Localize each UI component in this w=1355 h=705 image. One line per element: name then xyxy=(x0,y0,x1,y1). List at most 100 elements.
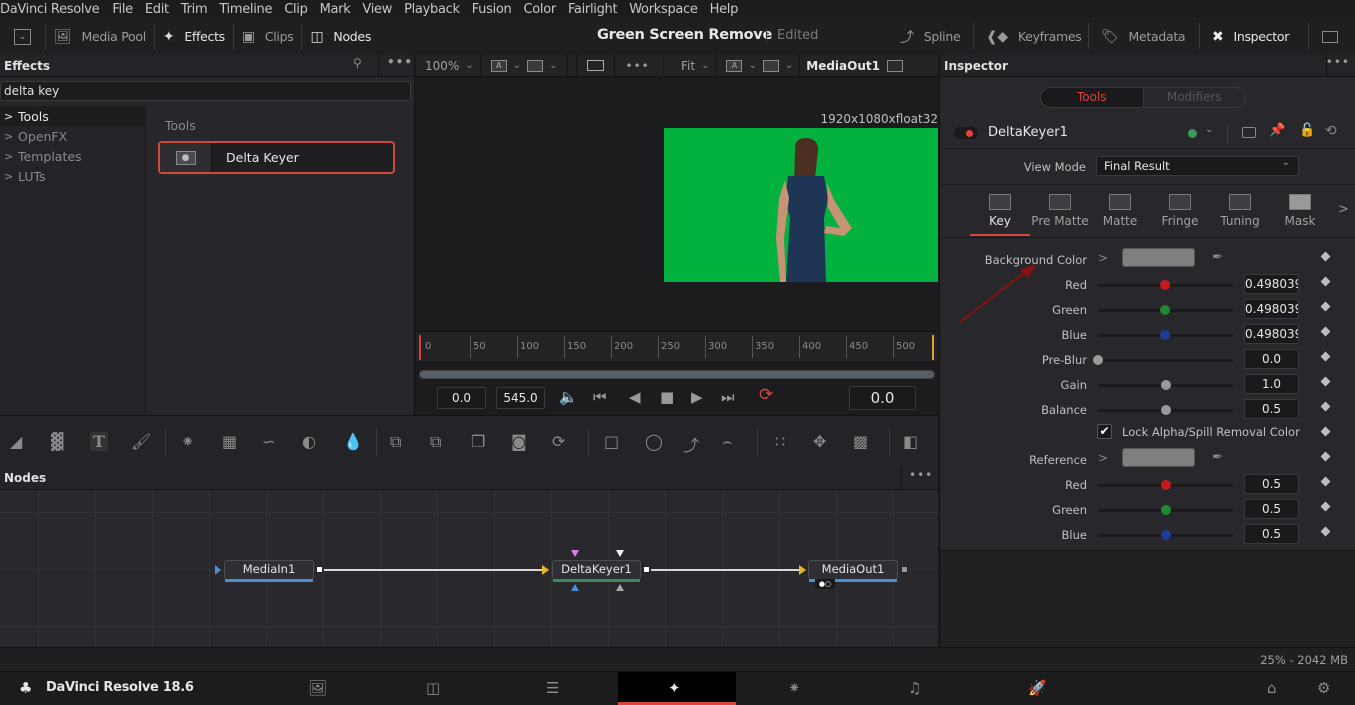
ref-green-value-field[interactable]: 0.5 xyxy=(1244,499,1299,519)
tool-color-dot[interactable] xyxy=(1188,129,1197,138)
chevron-down-icon[interactable]: ⌄ xyxy=(549,60,557,71)
chevron-down-icon[interactable]: ⌄ xyxy=(748,60,756,71)
media-page-icon[interactable]: 🖼 xyxy=(308,679,327,697)
balance-value-field[interactable]: 0.5 xyxy=(1244,399,1299,419)
solid-matte-input[interactable] xyxy=(616,550,624,557)
polygon-mask-icon[interactable]: ⤴ xyxy=(683,432,699,456)
chevron-down-icon[interactable]: ⌄ xyxy=(1205,124,1213,135)
merge-tool-icon[interactable]: ⧉ xyxy=(390,432,401,452)
menu-timeline[interactable]: Timeline xyxy=(219,2,272,17)
slider-knob[interactable] xyxy=(1160,480,1171,490)
channel-icon[interactable]: A xyxy=(726,59,743,72)
green-value-field[interactable]: 0.498039 xyxy=(1244,299,1299,319)
slider-knob[interactable] xyxy=(1160,405,1171,415)
matte-control-tool-icon[interactable]: ❐ xyxy=(471,432,485,451)
more-options-icon[interactable]: ••• xyxy=(387,55,413,69)
tab-key[interactable]: Key xyxy=(970,194,1030,228)
menu-trim[interactable]: Trim xyxy=(181,2,208,17)
input-triangle[interactable] xyxy=(799,565,806,575)
tree-item-tools[interactable]: > Tools xyxy=(0,106,145,126)
keyframe-icon[interactable] xyxy=(1320,301,1331,312)
brightness-contrast-tool-icon[interactable]: ◐ xyxy=(302,432,316,451)
menu-fairlight[interactable]: Fairlight xyxy=(568,2,618,17)
image-plane-3d-icon[interactable]: ∷ xyxy=(775,432,785,451)
deliver-page-icon[interactable]: 🚀 xyxy=(1028,679,1047,697)
effect-item-delta-keyer[interactable]: ● Delta Keyer xyxy=(158,141,395,174)
cut-page-icon[interactable]: ◫ xyxy=(426,679,440,697)
chevron-down-icon[interactable]: ⌄ xyxy=(701,60,709,71)
tree-item-openfx[interactable]: > OpenFX xyxy=(0,126,145,146)
slider-knob[interactable] xyxy=(1160,280,1171,290)
keyframe-icon[interactable] xyxy=(1320,426,1331,437)
ref-green-slider[interactable] xyxy=(1098,505,1233,515)
slider-knob[interactable] xyxy=(1160,505,1171,515)
blur-tool-icon[interactable]: ◙ xyxy=(511,432,527,451)
render-end-field[interactable]: 545.0 xyxy=(496,387,545,409)
tab-matte[interactable]: Matte xyxy=(1090,194,1150,228)
tree-item-templates[interactable]: > Templates xyxy=(0,146,145,166)
background-color-swatch[interactable] xyxy=(1122,248,1195,267)
slider-knob[interactable] xyxy=(1093,355,1103,365)
slider-knob[interactable] xyxy=(1160,330,1171,340)
transform-tool-icon[interactable]: ⟳ xyxy=(552,432,565,451)
input-triangle[interactable] xyxy=(215,565,221,575)
color-correct-tool-icon[interactable]: ∽ xyxy=(262,432,275,451)
balance-slider[interactable] xyxy=(1098,405,1233,415)
keyframe-icon[interactable] xyxy=(1320,501,1331,512)
view-indicator-icon[interactable]: ●○ xyxy=(815,579,835,589)
eyedropper-icon[interactable]: ✒ xyxy=(1212,450,1223,465)
effects-button[interactable]: ✦ Effects xyxy=(155,18,233,55)
green-slider[interactable] xyxy=(1098,305,1233,315)
viewer-right-zoom[interactable]: Fit xyxy=(681,59,695,73)
menu-edit[interactable]: Edit xyxy=(145,2,169,17)
start-marker[interactable] xyxy=(419,335,421,360)
input-triangle[interactable] xyxy=(542,565,549,575)
viewer-left[interactable]: 100% ⌄ A ⌄ ⌄ ••• xyxy=(416,54,663,331)
menu-fusion[interactable]: Fusion xyxy=(472,2,512,17)
metadata-button[interactable]: 🏷 Metadata xyxy=(1093,18,1193,55)
node-mediaout1[interactable]: MediaOut1 xyxy=(808,560,898,582)
stop-icon[interactable]: ■ xyxy=(660,388,674,406)
tool-enable-toggle[interactable] xyxy=(954,127,978,139)
effects-search-input[interactable]: delta key xyxy=(0,81,411,101)
tab-pre-matte[interactable]: Pre Matte xyxy=(1030,194,1090,228)
output-port[interactable] xyxy=(316,566,323,573)
reset-icon[interactable]: ⟲ xyxy=(1325,123,1337,139)
merge-3d-tool-icon[interactable]: ⧉ xyxy=(430,432,441,452)
keyframes-button[interactable]: ❰◆ Keyframes xyxy=(978,18,1089,55)
fullscreen-button[interactable] xyxy=(1314,18,1346,55)
ref-red-value-field[interactable]: 0.5 xyxy=(1244,474,1299,494)
play-icon[interactable]: ▶ xyxy=(691,388,703,406)
ellipse-mask-icon[interactable]: ◯ xyxy=(645,432,663,451)
lock-icon[interactable]: 🔓 xyxy=(1299,123,1315,138)
node-canvas[interactable]: MediaIn1 DeltaKeyer1 MediaOut1 ●○ xyxy=(0,490,938,647)
channel-icon[interactable]: A xyxy=(490,59,507,72)
settings-gear-icon[interactable]: ⚙ xyxy=(1317,679,1330,697)
node-mediain1[interactable]: MediaIn1 xyxy=(224,560,314,582)
lock-alpha-checkbox[interactable]: ✔ xyxy=(1097,424,1112,439)
more-options-icon[interactable]: ••• xyxy=(625,59,649,73)
ref-blue-value-field[interactable]: 0.5 xyxy=(1244,524,1299,544)
paint-tool-icon[interactable]: 🖌 xyxy=(131,432,151,451)
chevron-right-icon[interactable]: > xyxy=(1098,251,1108,265)
garbage-matte-input[interactable] xyxy=(571,550,579,557)
more-options-icon[interactable]: ••• xyxy=(909,468,933,482)
timeline-scrollbar[interactable] xyxy=(419,370,935,379)
tree-item-luts[interactable]: > LUTs xyxy=(0,166,145,186)
gain-value-field[interactable]: 1.0 xyxy=(1244,374,1299,394)
menu-playback[interactable]: Playback xyxy=(404,2,460,17)
version-icon[interactable] xyxy=(1242,127,1256,138)
chevron-right-icon[interactable]: > xyxy=(1338,202,1349,217)
play-reverse-icon[interactable]: ◀ xyxy=(629,388,641,406)
keyframe-icon[interactable] xyxy=(1320,326,1331,337)
text-tool-icon[interactable]: T xyxy=(90,432,108,451)
tab-tuning[interactable]: Tuning xyxy=(1210,194,1270,228)
render-start-field[interactable]: 0.0 xyxy=(437,387,486,409)
rectangle-mask-icon[interactable]: □ xyxy=(604,432,619,451)
menu-clip[interactable]: Clip xyxy=(284,2,308,17)
keyframe-icon[interactable] xyxy=(1320,251,1331,262)
timeline-ruler[interactable]: 0 50 100 150 200 250 300 350 400 450 500 xyxy=(416,331,938,363)
chevron-down-icon[interactable]: ⌄ xyxy=(785,60,793,71)
pin-icon[interactable]: 📌 xyxy=(1269,123,1285,138)
menu-davinci-resolve[interactable]: DaVinci Resolve xyxy=(0,2,100,17)
